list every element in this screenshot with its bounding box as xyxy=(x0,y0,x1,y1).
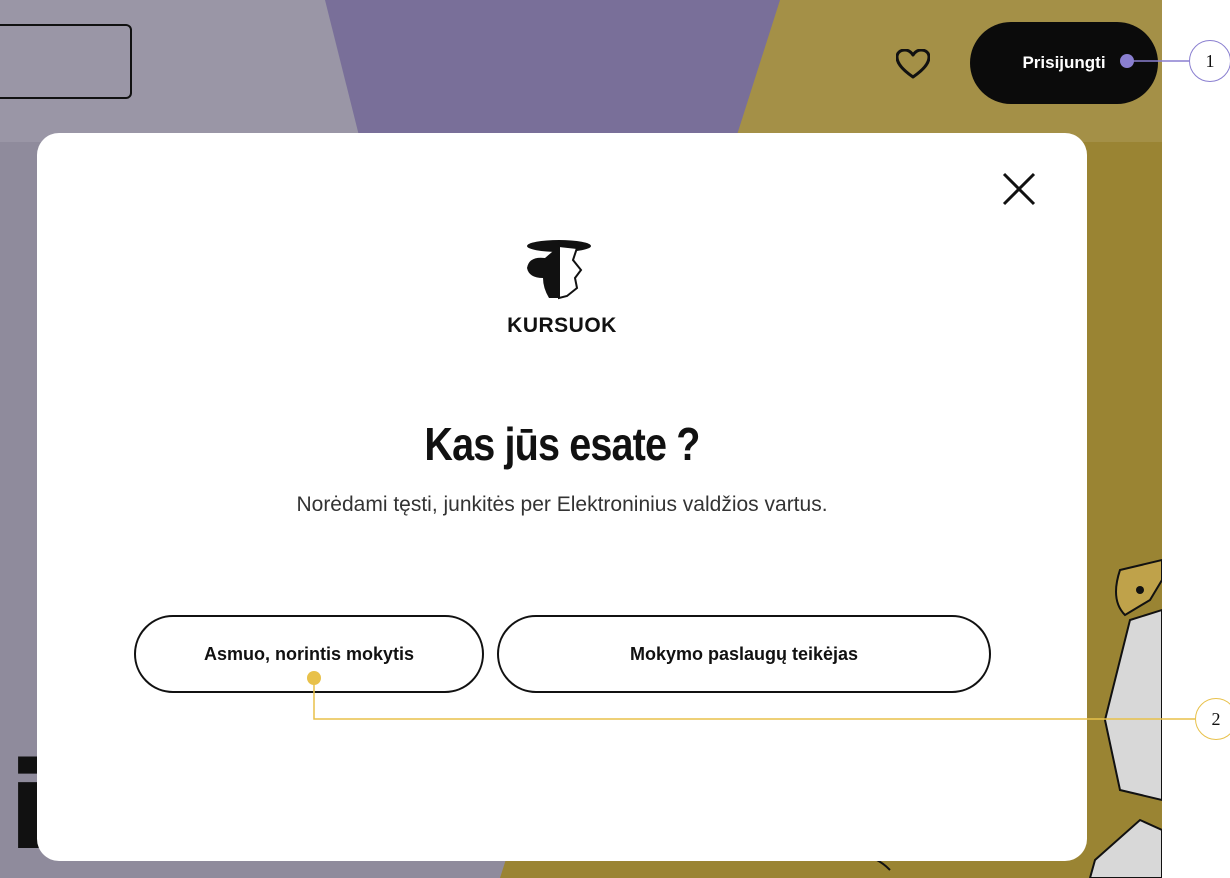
role-selection-modal: KURSUOK Kas jūs esate ? Norėdami tęsti, … xyxy=(37,133,1087,861)
page-background: Prisijungti i KURSUOK Kas jūs esate ? No… xyxy=(0,0,1162,878)
annotation-label-1: 1 xyxy=(1189,40,1230,82)
modal-title: Kas jūs esate ? xyxy=(424,418,700,470)
logo-mark xyxy=(527,240,591,300)
provider-button[interactable]: Mokymo paslaugų teikėjas xyxy=(497,615,991,693)
learner-button[interactable]: Asmuo, norintis mokytis xyxy=(134,615,484,693)
modal-subtitle: Norėdami tęsti, junkitės per Elektronini… xyxy=(296,493,828,516)
heart-icon xyxy=(896,49,930,79)
brand-name: KURSUOK xyxy=(507,314,617,337)
favorites-button[interactable] xyxy=(893,44,933,84)
close-icon xyxy=(1002,172,1036,206)
annotation-label-2: 2 xyxy=(1195,698,1230,740)
close-button[interactable] xyxy=(1000,170,1038,208)
login-button[interactable]: Prisijungti xyxy=(970,22,1158,104)
search-box[interactable] xyxy=(0,24,132,99)
